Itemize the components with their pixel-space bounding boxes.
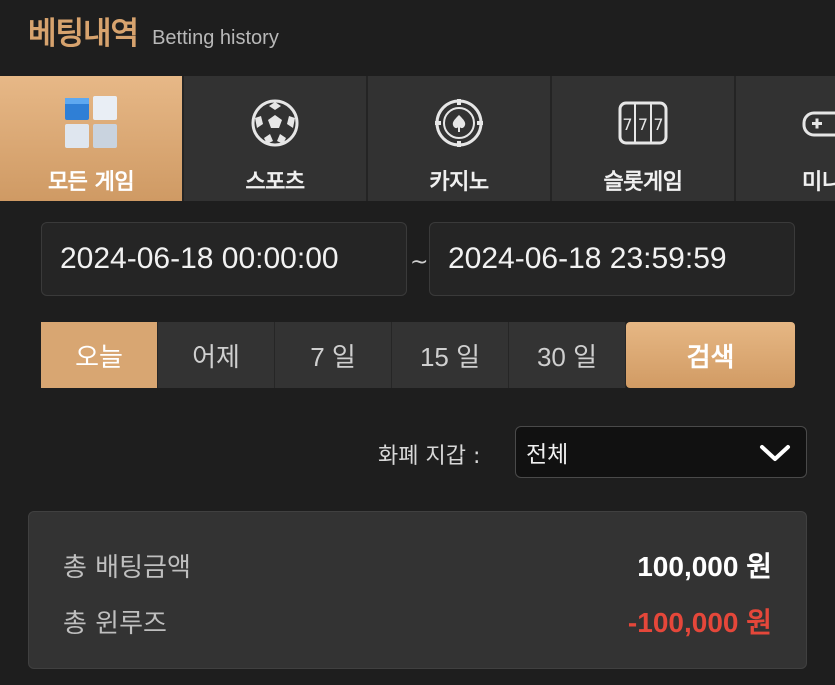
period-button-group: 오늘 어제 7 일 15 일 30 일 (41, 322, 626, 388)
all-games-icon (61, 96, 121, 150)
gamepad-icon (802, 96, 835, 150)
total-bet-value: 100,000 원 (637, 551, 772, 582)
tab-label: 스포츠 (245, 170, 305, 195)
period-7days-button[interactable]: 7 일 (275, 322, 392, 388)
tab-mini-games[interactable]: 미니 (736, 76, 835, 201)
page-subtitle: Betting history (152, 27, 279, 49)
date-range-separator: ~ (410, 250, 429, 275)
game-category-tabs: 모든 게임 스포츠 카지노 7 7 7 슬롯게임 미니 (0, 76, 835, 201)
end-date-input[interactable]: 2024-06-18 23:59:59 (429, 222, 795, 296)
soccer-ball-icon (245, 96, 305, 150)
tab-casino[interactable]: 카지노 (368, 76, 552, 201)
total-winloss-row: 총 윈루즈 -100,000 원 (63, 601, 772, 641)
slot-machine-icon: 7 7 7 (613, 96, 673, 150)
start-date-input[interactable]: 2024-06-18 00:00:00 (41, 222, 407, 296)
tab-label: 미니 (802, 170, 835, 195)
casino-chip-icon (429, 96, 489, 150)
tab-all-games[interactable]: 모든 게임 (0, 76, 184, 201)
period-yesterday-button[interactable]: 어제 (158, 322, 275, 388)
period-today-button[interactable]: 오늘 (41, 322, 158, 388)
period-15days-button[interactable]: 15 일 (392, 322, 509, 388)
tab-label: 모든 게임 (47, 170, 135, 195)
currency-wallet-label: 화폐 지갑 : (378, 444, 481, 469)
total-bet-label: 총 배팅금액 (63, 552, 191, 583)
end-date-value: 2024-06-18 23:59:59 (448, 242, 727, 275)
search-button[interactable]: 검색 (626, 322, 795, 388)
tab-label: 카지노 (429, 170, 489, 195)
tab-slot-games[interactable]: 7 7 7 슬롯게임 (552, 76, 736, 201)
total-winloss-label: 총 윈루즈 (63, 608, 167, 639)
svg-text:7: 7 (638, 115, 648, 134)
svg-text:7: 7 (653, 115, 663, 134)
betting-summary-panel: 총 배팅금액 100,000 원 총 윈루즈 -100,000 원 (28, 511, 807, 669)
svg-text:7: 7 (622, 115, 632, 134)
chevron-down-icon (758, 439, 792, 471)
currency-wallet-select[interactable]: 전체 (515, 426, 807, 478)
period-30days-button[interactable]: 30 일 (509, 322, 626, 388)
page-title: 베팅내역 (28, 16, 139, 52)
tab-sports[interactable]: 스포츠 (184, 76, 368, 201)
currency-selected-value: 전체 (526, 442, 569, 468)
page-header: 베팅내역 Betting history (28, 8, 279, 60)
total-bet-row: 총 배팅금액 100,000 원 (63, 545, 772, 585)
start-date-value: 2024-06-18 00:00:00 (60, 242, 339, 275)
tab-label: 슬롯게임 (603, 170, 683, 195)
total-winloss-value: -100,000 원 (627, 607, 772, 638)
